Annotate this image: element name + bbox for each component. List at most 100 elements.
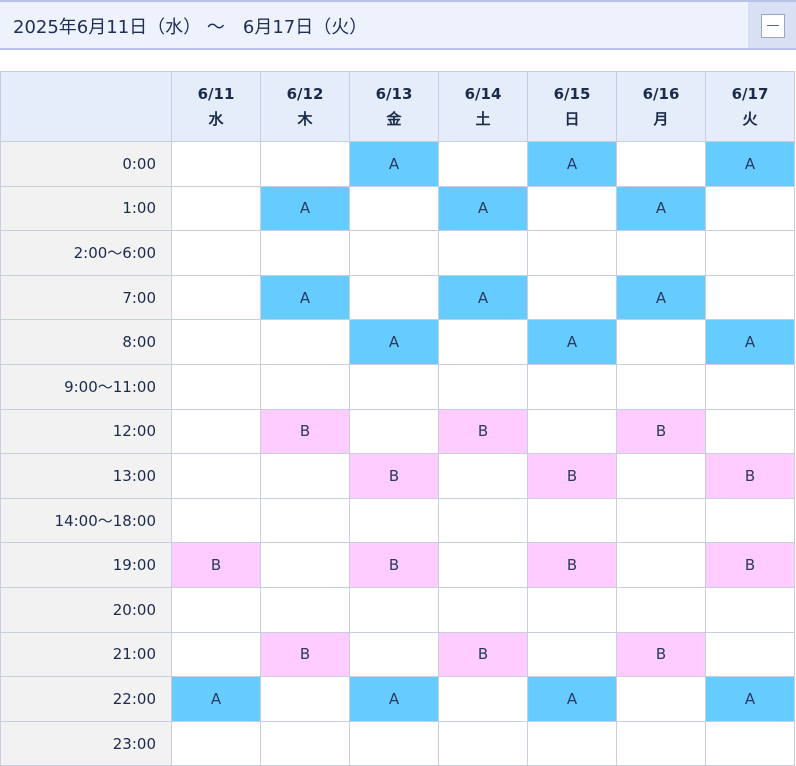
empty-slot-cell[interactable] bbox=[705, 631, 795, 678]
empty-slot-cell[interactable] bbox=[438, 319, 528, 365]
empty-slot-cell[interactable] bbox=[349, 363, 439, 410]
empty-slot-cell[interactable] bbox=[527, 586, 617, 633]
slot-cell-b[interactable]: B bbox=[438, 631, 528, 678]
empty-slot-cell[interactable] bbox=[616, 319, 706, 365]
empty-slot-cell[interactable] bbox=[527, 720, 617, 766]
empty-slot-cell[interactable] bbox=[527, 497, 617, 544]
slot-cell-b[interactable]: B bbox=[349, 453, 439, 499]
empty-slot-cell[interactable] bbox=[349, 497, 439, 544]
empty-slot-cell[interactable] bbox=[260, 497, 350, 544]
empty-slot-cell[interactable] bbox=[616, 676, 706, 722]
slot-cell-b[interactable]: B bbox=[705, 542, 795, 588]
empty-slot-cell[interactable] bbox=[260, 319, 350, 365]
empty-slot-cell[interactable] bbox=[438, 586, 528, 633]
slot-cell-a[interactable]: A bbox=[616, 274, 706, 321]
empty-slot-cell[interactable] bbox=[616, 720, 706, 766]
empty-slot-cell[interactable] bbox=[171, 408, 261, 455]
slot-cell-a[interactable]: A bbox=[527, 676, 617, 722]
empty-slot-cell[interactable] bbox=[171, 720, 261, 766]
empty-slot-cell[interactable] bbox=[527, 274, 617, 321]
slot-cell-a[interactable]: A bbox=[171, 676, 261, 722]
empty-slot-cell[interactable] bbox=[260, 141, 350, 187]
empty-slot-cell[interactable] bbox=[616, 586, 706, 633]
empty-slot-cell[interactable] bbox=[705, 363, 795, 410]
empty-slot-cell[interactable] bbox=[171, 631, 261, 678]
empty-slot-cell[interactable] bbox=[171, 363, 261, 410]
empty-slot-cell[interactable] bbox=[438, 141, 528, 187]
slot-cell-a[interactable]: A bbox=[616, 185, 706, 232]
slot-cell-b[interactable]: B bbox=[616, 408, 706, 455]
empty-slot-cell[interactable] bbox=[171, 230, 261, 276]
empty-slot-cell[interactable] bbox=[705, 408, 795, 455]
slot-cell-b[interactable]: B bbox=[616, 631, 706, 678]
empty-slot-cell[interactable] bbox=[260, 676, 350, 722]
day-header: 6/11 水 bbox=[171, 71, 261, 142]
slot-cell-a[interactable]: A bbox=[527, 319, 617, 365]
slot-cell-b[interactable]: B bbox=[705, 453, 795, 499]
empty-slot-cell[interactable] bbox=[438, 497, 528, 544]
empty-slot-cell[interactable] bbox=[349, 185, 439, 232]
empty-slot-cell[interactable] bbox=[349, 631, 439, 678]
empty-slot-cell[interactable] bbox=[438, 363, 528, 410]
slot-cell-a[interactable]: A bbox=[705, 676, 795, 722]
empty-slot-cell[interactable] bbox=[527, 230, 617, 276]
empty-slot-cell[interactable] bbox=[705, 720, 795, 766]
slot-cell-a[interactable]: A bbox=[527, 141, 617, 187]
empty-slot-cell[interactable] bbox=[171, 141, 261, 187]
slot-cell-b[interactable]: B bbox=[260, 408, 350, 455]
slot-cell-a[interactable]: A bbox=[705, 319, 795, 365]
empty-slot-cell[interactable] bbox=[616, 141, 706, 187]
slot-cell-a[interactable]: A bbox=[260, 274, 350, 321]
empty-slot-cell[interactable] bbox=[705, 230, 795, 276]
slot-cell-a[interactable]: A bbox=[349, 141, 439, 187]
empty-slot-cell[interactable] bbox=[527, 631, 617, 678]
empty-slot-cell[interactable] bbox=[171, 586, 261, 633]
empty-slot-cell[interactable] bbox=[349, 586, 439, 633]
empty-slot-cell[interactable] bbox=[438, 230, 528, 276]
slot-cell-a[interactable]: A bbox=[349, 319, 439, 365]
empty-slot-cell[interactable] bbox=[527, 363, 617, 410]
slot-cell-b[interactable]: B bbox=[527, 542, 617, 588]
empty-slot-cell[interactable] bbox=[616, 542, 706, 588]
empty-slot-cell[interactable] bbox=[260, 542, 350, 588]
empty-slot-cell[interactable] bbox=[438, 676, 528, 722]
empty-slot-cell[interactable] bbox=[527, 185, 617, 232]
slot-cell-b[interactable]: B bbox=[527, 453, 617, 499]
slot-cell-b[interactable]: B bbox=[260, 631, 350, 678]
slot-cell-b[interactable]: B bbox=[349, 542, 439, 588]
empty-slot-cell[interactable] bbox=[260, 453, 350, 499]
empty-slot-cell[interactable] bbox=[616, 230, 706, 276]
empty-slot-cell[interactable] bbox=[349, 408, 439, 455]
slot-cell-a[interactable]: A bbox=[349, 676, 439, 722]
empty-slot-cell[interactable] bbox=[616, 363, 706, 410]
empty-slot-cell[interactable] bbox=[171, 274, 261, 321]
empty-slot-cell[interactable] bbox=[171, 185, 261, 232]
empty-slot-cell[interactable] bbox=[616, 453, 706, 499]
empty-slot-cell[interactable] bbox=[349, 720, 439, 766]
empty-slot-cell[interactable] bbox=[438, 542, 528, 588]
slot-cell-a[interactable]: A bbox=[705, 141, 795, 187]
slot-cell-b[interactable]: B bbox=[438, 408, 528, 455]
empty-slot-cell[interactable] bbox=[171, 497, 261, 544]
slot-cell-a[interactable]: A bbox=[260, 185, 350, 232]
empty-slot-cell[interactable] bbox=[260, 720, 350, 766]
empty-slot-cell[interactable] bbox=[705, 185, 795, 232]
collapse-button[interactable] bbox=[761, 14, 785, 38]
empty-slot-cell[interactable] bbox=[260, 586, 350, 633]
empty-slot-cell[interactable] bbox=[616, 497, 706, 544]
empty-slot-cell[interactable] bbox=[260, 363, 350, 410]
slot-cell-a[interactable]: A bbox=[438, 274, 528, 321]
empty-slot-cell[interactable] bbox=[349, 274, 439, 321]
empty-slot-cell[interactable] bbox=[705, 586, 795, 633]
empty-slot-cell[interactable] bbox=[171, 319, 261, 365]
slot-cell-b[interactable]: B bbox=[171, 542, 261, 588]
empty-slot-cell[interactable] bbox=[438, 453, 528, 499]
empty-slot-cell[interactable] bbox=[171, 453, 261, 499]
empty-slot-cell[interactable] bbox=[438, 720, 528, 766]
empty-slot-cell[interactable] bbox=[705, 497, 795, 544]
empty-slot-cell[interactable] bbox=[705, 274, 795, 321]
empty-slot-cell[interactable] bbox=[349, 230, 439, 276]
slot-cell-a[interactable]: A bbox=[438, 185, 528, 232]
empty-slot-cell[interactable] bbox=[527, 408, 617, 455]
empty-slot-cell[interactable] bbox=[260, 230, 350, 276]
